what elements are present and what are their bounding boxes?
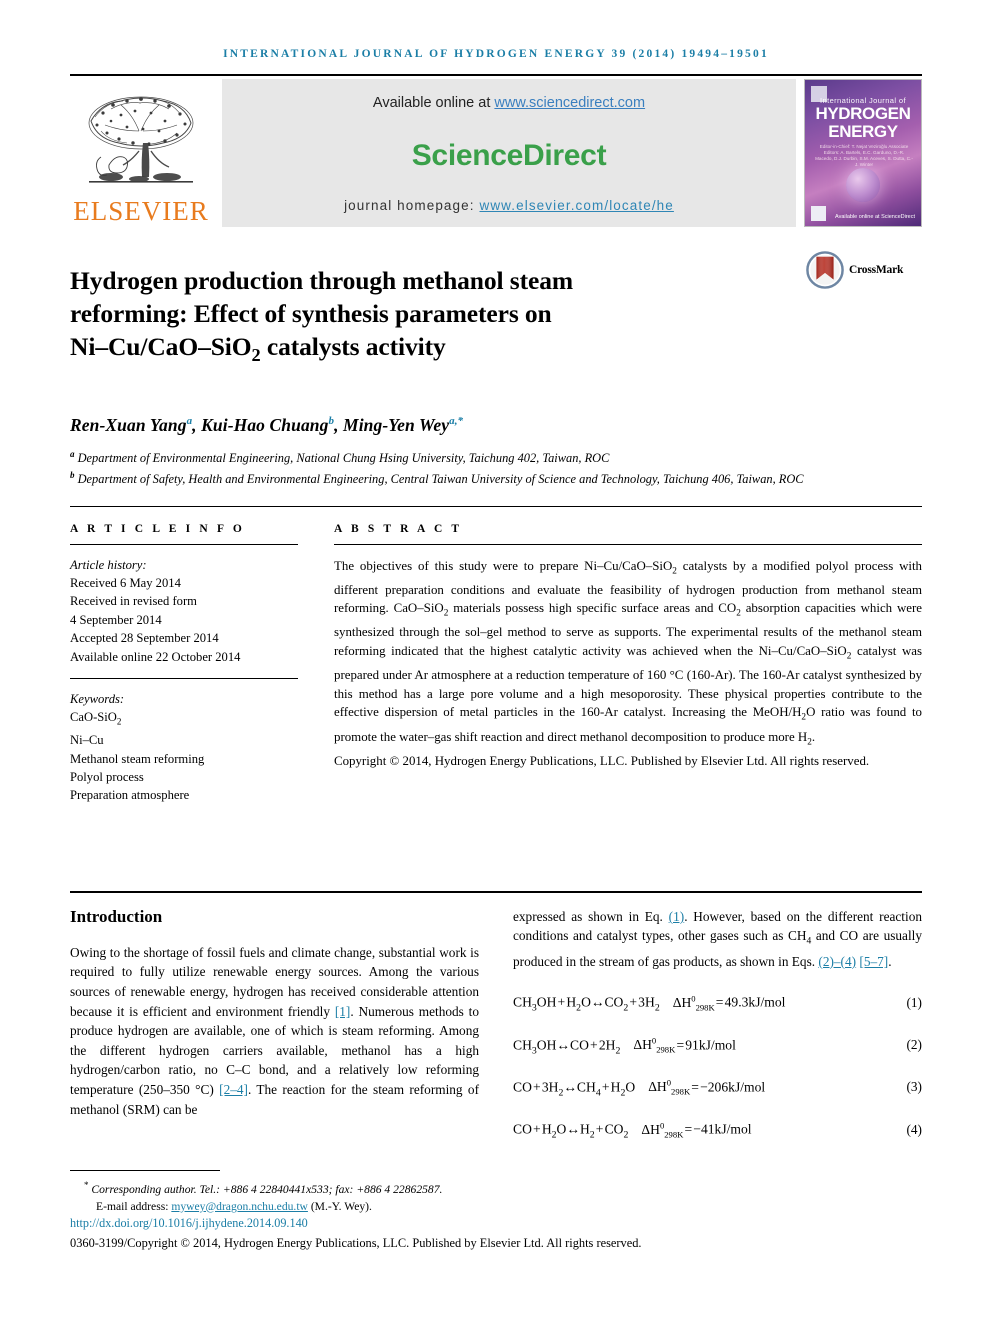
- citation-ref-5-7[interactable]: [5–7]: [859, 954, 888, 969]
- footnote-rule: [70, 1170, 220, 1172]
- info-section-top-rule: [70, 505, 922, 507]
- crossmark-icon: [806, 251, 844, 289]
- article-history-label: Article history:: [70, 557, 147, 572]
- cover-sphere-graphic: [846, 168, 880, 202]
- equation-row: CH3OH + H2O↔CO2 + 3H2 ΔH0298K = 49.3kJ/mo…: [513, 993, 922, 1013]
- history-item: Received 6 May 2014: [70, 575, 181, 590]
- keyword-list: Keywords: CaO-SiO2 Ni–Cu Methanol steam …: [70, 690, 298, 805]
- doi-link[interactable]: http://dx.doi.org/10.1016/j.ijhydene.201…: [70, 1216, 308, 1230]
- abstract-text: The objectives of this study were to pre…: [334, 558, 922, 748]
- journal-cover-thumbnail: International Journal of HYDROGEN ENERGY…: [804, 79, 922, 227]
- sciencedirect-wordmark: ScienceDirect: [411, 138, 607, 172]
- keyword-item: Preparation atmosphere: [70, 788, 190, 803]
- author-item: Ren-Xuan Yanga: [70, 415, 193, 436]
- intro-paragraph-right: expressed as shown in Eq. (1). However, …: [513, 908, 922, 969]
- abstract-column: A B S T R A C T The objectives of this s…: [334, 523, 922, 805]
- title-line-1: Hydrogen production through methanol ste…: [70, 266, 574, 296]
- email-line: E-mail address: mywey@dragon.nchu.edu.tw…: [96, 1199, 372, 1213]
- equation-1-body: CH3OH + H2O↔CO2 + 3H2 ΔH0298K = 49.3kJ/mo…: [513, 993, 786, 1014]
- masthead-top-rule: [70, 74, 922, 76]
- doi-link-wrapper: http://dx.doi.org/10.1016/j.ijhydene.201…: [70, 1216, 922, 1231]
- email-link[interactable]: mywey@dragon.nchu.edu.tw: [171, 1200, 308, 1213]
- equation-3-body: CO + 3H2↔CH4 + H2O ΔH0298K = −206kJ/mol: [513, 1077, 766, 1099]
- page-footer: * Corresponding author. Tel.: +886 4 228…: [70, 1170, 922, 1251]
- abstract-copyright: Copyright © 2014, Hydrogen Energy Public…: [334, 753, 870, 768]
- article-info-heading-rule: [70, 543, 298, 545]
- keywords-divider: [70, 677, 298, 679]
- cover-society-badge-icon: [811, 206, 826, 221]
- title-zone: Hydrogen production through methanol ste…: [70, 247, 922, 389]
- abstract-heading: A B S T R A C T: [334, 522, 463, 535]
- title-line-2: reforming: Effect of synthesis parameter…: [70, 299, 552, 329]
- elsevier-wordmark: ELSEVIER: [73, 196, 209, 226]
- equation-4-number: (4): [906, 1121, 922, 1137]
- cover-line-energy: ENERGY: [828, 122, 898, 141]
- elsevier-logo: ELSEVIER: [70, 79, 212, 227]
- crossmark-badge[interactable]: CrossMark: [806, 247, 922, 289]
- keyword-item: Polyol process: [70, 770, 144, 785]
- intro-paragraph-left: Owing to the shortage of fossil fuels an…: [70, 944, 480, 1117]
- info-abstract-zone: A R T I C L E I N F O Article history: R…: [70, 523, 922, 805]
- section-heading-introduction: Introduction: [70, 906, 163, 926]
- available-online-text: Available online at: [372, 95, 495, 111]
- equation-row: CO + H2O↔H2 + CO2 ΔH0298K = −41kJ/mol (4): [513, 1120, 922, 1140]
- history-item: Accepted 28 September 2014: [70, 631, 219, 646]
- article-history: Article history: Received 6 May 2014 Rec…: [70, 556, 298, 666]
- sciencedirect-banner: Available online at www.sciencedirect.co…: [222, 79, 796, 227]
- available-online-line: Available online at www.sciencedirect.co…: [373, 95, 645, 111]
- keywords-label: Keywords:: [70, 691, 125, 706]
- sciencedirect-link[interactable]: www.sciencedirect.com: [494, 95, 645, 111]
- equation-1-number: (1): [906, 994, 922, 1010]
- masthead: ELSEVIER Available online at www.science…: [70, 79, 922, 227]
- equation-row: CO + 3H2↔CH4 + H2O ΔH0298K = −206kJ/mol (…: [513, 1078, 922, 1098]
- keyword-item: Ni–Cu: [70, 733, 104, 748]
- abstract-body: The objectives of this study were to pre…: [334, 557, 922, 771]
- body-zone: Introduction Owing to the shortage of fo…: [70, 893, 922, 1140]
- cover-line-hydrogen: HYDROGEN: [815, 104, 911, 123]
- citation-ref-1[interactable]: [1]: [335, 1004, 351, 1019]
- running-head: International Journal of Hydrogen Energy…: [223, 48, 769, 60]
- affiliation-item: a Department of Environmental Engineerin…: [70, 449, 610, 466]
- cover-sciencedirect-text: Available online at ScienceDirect: [835, 214, 915, 220]
- corresponding-author-note: * Corresponding author. Tel.: +886 4 228…: [70, 1177, 922, 1215]
- body-column-left: Introduction Owing to the shortage of fo…: [70, 893, 479, 1140]
- journal-article-page: International Journal of Hydrogen Energy…: [0, 0, 992, 1323]
- author-item: Kui-Hao Chuangb: [201, 415, 335, 436]
- citation-ref-2-4[interactable]: [2–4]: [219, 1082, 248, 1097]
- equation-3-number: (3): [906, 1079, 922, 1095]
- equation-row: CH3OH↔CO + 2H2 ΔH0298K = 91kJ/mol (2): [513, 1036, 922, 1056]
- abstract-heading-rule: [334, 543, 922, 545]
- equation-ref-1[interactable]: (1): [669, 909, 685, 924]
- equation-4-body: CO + H2O↔H2 + CO2 ΔH0298K = −41kJ/mol: [513, 1120, 752, 1141]
- history-item: Available online 22 October 2014: [70, 649, 241, 664]
- affiliation-list: a Department of Environmental Engineerin…: [70, 446, 922, 487]
- author-list: Ren-Xuan Yanga, Kui-Hao Chuangb, Ming-Ye…: [70, 415, 464, 436]
- title-line-3: Ni–Cu/CaO–SiO2 catalysts activity: [70, 332, 446, 366]
- crossmark-label: CrossMark: [849, 264, 904, 276]
- affiliation-item: b Department of Safety, Health and Envir…: [70, 469, 804, 486]
- page-title: Hydrogen production through methanol ste…: [70, 264, 806, 372]
- elsevier-tree-icon: [88, 96, 194, 183]
- equation-2-body: CH3OH↔CO + 2H2 ΔH0298K = 91kJ/mol: [513, 1035, 736, 1056]
- journal-homepage-line: journal homepage: www.elsevier.com/locat…: [344, 198, 674, 213]
- cover-footer: Available online at ScienceDirect: [811, 206, 915, 221]
- body-column-right: expressed as shown in Eq. (1). However, …: [513, 893, 922, 1140]
- issn-copyright-line: 0360-3199/Copyright © 2014, Hydrogen Ene…: [70, 1236, 642, 1250]
- history-item: Received in revised form: [70, 594, 197, 609]
- keyword-item: Methanol steam reforming: [70, 751, 205, 766]
- journal-homepage-label: journal homepage:: [344, 198, 480, 213]
- equation-ref-2-4[interactable]: (2)–(4): [818, 954, 856, 969]
- author-item: Ming-Yen Weya,*: [343, 415, 464, 436]
- cover-editors: Editor-in-Chief: T. Nejat Veziroğlu Asso…: [815, 144, 913, 167]
- article-info-heading: A R T I C L E I N F O: [70, 522, 245, 535]
- history-item: 4 September 2014: [70, 612, 162, 627]
- journal-homepage-link[interactable]: www.elsevier.com/locate/he: [479, 198, 673, 213]
- article-info-column: A R T I C L E I N F O Article history: R…: [70, 523, 334, 805]
- corresponding-author-line: * Corresponding author. Tel.: +886 4 228…: [84, 1180, 443, 1197]
- keyword-item: CaO-SiO2: [70, 710, 122, 727]
- author-affil-mark: a,*: [449, 415, 464, 428]
- equation-2-number: (2): [906, 1037, 922, 1053]
